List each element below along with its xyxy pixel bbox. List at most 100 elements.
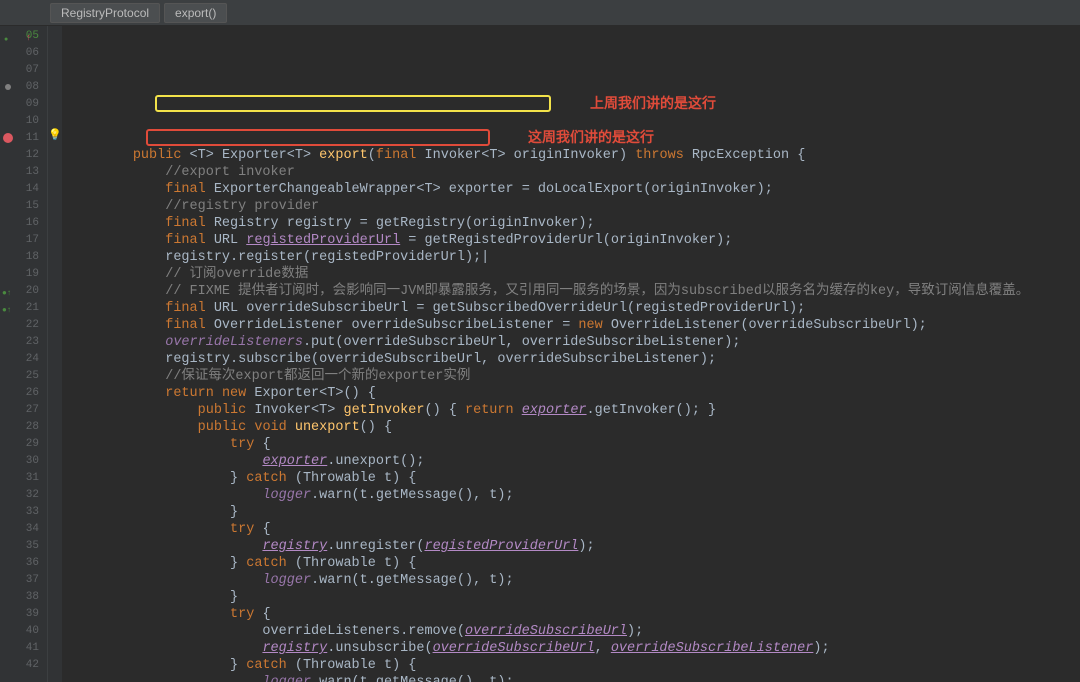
code-line[interactable]: //export invoker bbox=[68, 164, 1080, 181]
line-number[interactable]: 22 bbox=[0, 317, 47, 334]
line-number[interactable]: ●↑21 bbox=[0, 300, 47, 317]
crumb-class[interactable]: RegistryProtocol bbox=[50, 3, 160, 23]
code-line[interactable]: //registry provider bbox=[68, 198, 1080, 215]
line-number[interactable]: 35 bbox=[0, 538, 47, 555]
code-line[interactable]: try { bbox=[68, 521, 1080, 538]
code-line[interactable]: overrideListeners.put(overrideSubscribeU… bbox=[68, 334, 1080, 351]
line-number[interactable]: 32 bbox=[0, 487, 47, 504]
code-line[interactable]: public void unexport() { bbox=[68, 419, 1080, 436]
annotation-label-yellow: 上周我们讲的是这行 bbox=[590, 95, 716, 112]
gutter-mark bbox=[48, 43, 62, 60]
code-line[interactable]: } catch (Throwable t) { bbox=[68, 470, 1080, 487]
line-number[interactable]: 41 bbox=[0, 640, 47, 657]
line-number[interactable]: 23 bbox=[0, 334, 47, 351]
line-number[interactable]: 30 bbox=[0, 453, 47, 470]
line-number[interactable]: 42 bbox=[0, 657, 47, 674]
code-line[interactable]: registry.register(registedProviderUrl);| bbox=[68, 249, 1080, 266]
code-line[interactable]: return new Exporter<T>() { bbox=[68, 385, 1080, 402]
line-number[interactable]: 06 bbox=[0, 45, 47, 62]
code-line[interactable]: public Invoker<T> getInvoker() { return … bbox=[68, 402, 1080, 419]
line-number[interactable]: 15 bbox=[0, 198, 47, 215]
line-number[interactable]: 08 bbox=[0, 79, 47, 96]
gutter-mark bbox=[48, 587, 62, 604]
line-number[interactable]: 36 bbox=[0, 555, 47, 572]
line-number[interactable]: 29 bbox=[0, 436, 47, 453]
line-number[interactable]: 38 bbox=[0, 589, 47, 606]
gutter-mark bbox=[48, 77, 62, 94]
breakpoint-icon[interactable] bbox=[3, 133, 13, 143]
code-area[interactable]: 上周我们讲的是这行 这周我们讲的是这行 public <T> Exporter<… bbox=[62, 26, 1080, 682]
code-line[interactable]: } bbox=[68, 504, 1080, 521]
code-line[interactable]: exporter.unexport(); bbox=[68, 453, 1080, 470]
code-line[interactable]: try { bbox=[68, 606, 1080, 623]
code-line[interactable]: registry.unregister(registedProviderUrl)… bbox=[68, 538, 1080, 555]
code-line[interactable]: registry.subscribe(overrideSubscribeUrl,… bbox=[68, 351, 1080, 368]
line-number[interactable]: 14 bbox=[0, 181, 47, 198]
line-number[interactable]: 39 bbox=[0, 606, 47, 623]
line-number[interactable]: 17 bbox=[0, 232, 47, 249]
line-number[interactable]: ●↑05 bbox=[0, 28, 47, 45]
gutter-mark bbox=[48, 451, 62, 468]
line-number[interactable]: ●↑20 bbox=[0, 283, 47, 300]
gutter-mark bbox=[48, 111, 62, 128]
gutter-mark bbox=[48, 315, 62, 332]
code-line[interactable]: //保证每次export都返回一个新的exporter实例 bbox=[68, 368, 1080, 385]
line-number[interactable]: 19 bbox=[0, 266, 47, 283]
code-line[interactable]: registry.unsubscribe(overrideSubscribeUr… bbox=[68, 640, 1080, 657]
line-number[interactable]: 34 bbox=[0, 521, 47, 538]
highlight-box-yellow bbox=[155, 95, 551, 112]
line-number[interactable]: 11 bbox=[0, 130, 47, 147]
gutter-mark bbox=[48, 468, 62, 485]
line-number[interactable]: 40 bbox=[0, 623, 47, 640]
line-number[interactable]: 25 bbox=[0, 368, 47, 385]
line-number[interactable]: 12 bbox=[0, 147, 47, 164]
line-number[interactable]: 37 bbox=[0, 572, 47, 589]
gutter-marks[interactable]: 💡 bbox=[48, 26, 62, 682]
code-line[interactable]: try { bbox=[68, 436, 1080, 453]
gutter-mark bbox=[48, 519, 62, 536]
gutter-mark bbox=[48, 502, 62, 519]
code-line[interactable]: // FIXME 提供者订阅时，会影响同一JVM即暴露服务，又引用同一服务的场景… bbox=[68, 283, 1080, 300]
code-line[interactable]: final OverrideListener overrideSubscribe… bbox=[68, 317, 1080, 334]
code-line[interactable]: // 订阅override数据 bbox=[68, 266, 1080, 283]
crumb-method[interactable]: export() bbox=[164, 3, 227, 23]
line-number[interactable]: 26 bbox=[0, 385, 47, 402]
line-number-gutter[interactable]: ●↑050607080910111213141516171819●↑20●↑21… bbox=[0, 26, 48, 682]
line-number[interactable]: 07 bbox=[0, 62, 47, 79]
bookmark-icon[interactable] bbox=[5, 84, 11, 90]
code-line[interactable]: public <T> Exporter<T> export(final Invo… bbox=[68, 147, 1080, 164]
lightbulb-icon[interactable]: 💡 bbox=[48, 128, 62, 145]
code-line[interactable]: final URL overrideSubscribeUrl = getSubs… bbox=[68, 300, 1080, 317]
code-line[interactable]: logger.warn(t.getMessage(), t); bbox=[68, 674, 1080, 682]
line-number[interactable]: 13 bbox=[0, 164, 47, 181]
gutter-mark bbox=[48, 553, 62, 570]
gutter-mark bbox=[48, 485, 62, 502]
line-number[interactable]: 27 bbox=[0, 402, 47, 419]
line-number[interactable]: 31 bbox=[0, 470, 47, 487]
code-line[interactable]: final ExporterChangeableWrapper<T> expor… bbox=[68, 181, 1080, 198]
line-number[interactable]: 18 bbox=[0, 249, 47, 266]
gutter-mark bbox=[48, 196, 62, 213]
code-line[interactable]: } catch (Throwable t) { bbox=[68, 555, 1080, 572]
line-number[interactable]: 10 bbox=[0, 113, 47, 130]
code-editor[interactable]: ●↑050607080910111213141516171819●↑20●↑21… bbox=[0, 26, 1080, 682]
line-number[interactable]: 09 bbox=[0, 96, 47, 113]
gutter-mark bbox=[48, 366, 62, 383]
gutter-mark bbox=[48, 536, 62, 553]
code-line[interactable]: logger.warn(t.getMessage(), t); bbox=[68, 572, 1080, 589]
code-line[interactable]: logger.warn(t.getMessage(), t); bbox=[68, 487, 1080, 504]
gutter-mark bbox=[48, 417, 62, 434]
gutter-mark: 💡 bbox=[48, 128, 62, 145]
line-number[interactable]: 28 bbox=[0, 419, 47, 436]
code-line[interactable]: overrideListeners.remove(overrideSubscri… bbox=[68, 623, 1080, 640]
gutter-mark bbox=[48, 264, 62, 281]
code-line[interactable]: } bbox=[68, 589, 1080, 606]
line-number[interactable]: 33 bbox=[0, 504, 47, 521]
gutter-mark bbox=[48, 281, 62, 298]
code-line[interactable]: final Registry registry = getRegistry(or… bbox=[68, 215, 1080, 232]
line-number[interactable]: 24 bbox=[0, 351, 47, 368]
code-line[interactable]: final URL registedProviderUrl = getRegis… bbox=[68, 232, 1080, 249]
gutter-mark bbox=[48, 162, 62, 179]
code-line[interactable]: } catch (Throwable t) { bbox=[68, 657, 1080, 674]
line-number[interactable]: 16 bbox=[0, 215, 47, 232]
